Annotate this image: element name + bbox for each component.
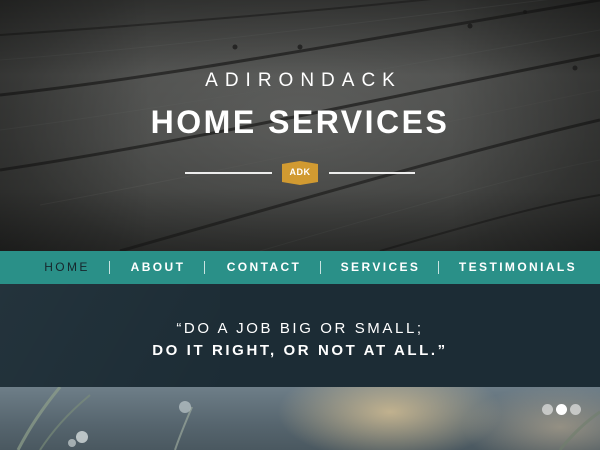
hero-banner: ADIRONDACK HOME SERVICES ADK [0,0,600,251]
grass-photo-art [16,387,600,450]
nav-item-testimonials[interactable]: TESTIMONIALS [452,251,584,284]
nav-separator [109,261,110,274]
nav-separator [438,261,439,274]
divider-right [329,172,415,174]
slider-dot-3[interactable] [570,404,581,415]
quote-line-2: DO IT RIGHT, OR NOT AT ALL.” [152,342,448,359]
nav-item-about[interactable]: ABOUT [122,251,194,284]
nav-item-home[interactable]: HOME [34,251,100,284]
divider-left [185,172,272,174]
main-navigation: HOME ABOUT CONTACT SERVICES TESTIMONIALS [0,251,600,284]
slider-dot-2[interactable] [556,404,567,415]
nav-item-contact[interactable]: CONTACT [218,251,310,284]
slider-dot-1[interactable] [542,404,553,415]
brand-name-line1: ADIRONDACK [205,70,402,91]
badge-label: ADK [289,167,311,177]
slider-photo [0,387,600,450]
nav-item-services[interactable]: SERVICES [333,251,428,284]
adk-badge: ADK [282,161,318,185]
brand-name-line2: HOME SERVICES [150,104,450,140]
quote-section: “DO A JOB BIG OR SMALL; DO IT RIGHT, OR … [0,284,600,387]
nav-separator [204,261,205,274]
nav-separator [320,261,321,274]
quote-line-1: “DO A JOB BIG OR SMALL; [176,320,424,337]
